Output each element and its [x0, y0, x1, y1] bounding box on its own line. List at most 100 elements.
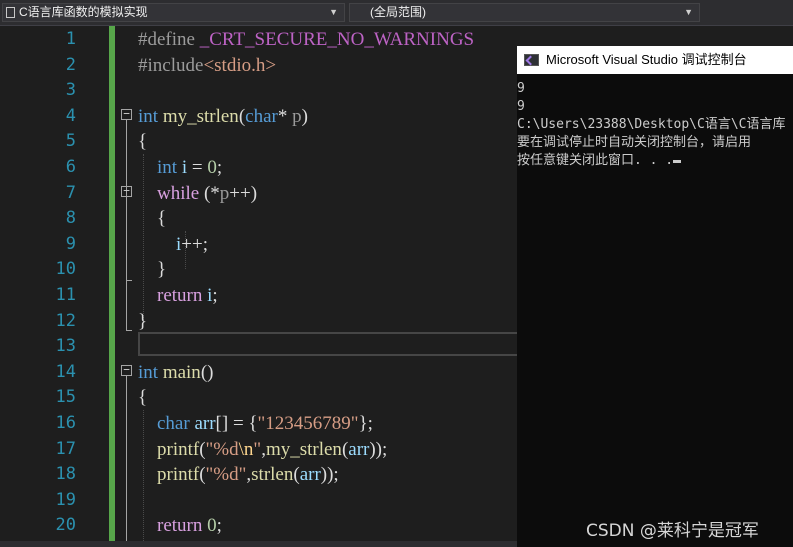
code-token: #include: [138, 54, 204, 76]
code-token: [] = {: [215, 413, 258, 434]
code-token: 0: [207, 515, 217, 537]
code-line[interactable]: #include<stdio.h>: [138, 53, 276, 79]
code-line[interactable]: int my_strlen(char* p): [138, 104, 308, 130]
navigation-bar: C语言库函数的模拟实现 ▼ (全局范围) ▼: [0, 0, 793, 26]
console-line: 9: [517, 99, 525, 114]
code-token: arr: [299, 464, 321, 486]
code-token: ++;: [181, 233, 208, 255]
console-line: 按任意键关闭此窗口. . .: [517, 152, 793, 170]
code-line[interactable]: int i = 0;: [138, 155, 222, 181]
code-token: ++): [229, 182, 258, 204]
line-number: 12: [55, 310, 76, 331]
line-number: 5: [65, 131, 76, 152]
code-token: char: [245, 105, 278, 127]
code-token: p: [292, 105, 302, 127]
line-number: 15: [55, 387, 76, 408]
code-token: 0: [207, 157, 217, 178]
outline-line: [126, 376, 127, 547]
code-token: "123456789": [257, 413, 359, 434]
code-line[interactable]: }: [138, 309, 147, 335]
code-token: printf: [157, 464, 200, 486]
code-token: }: [138, 259, 167, 281]
code-line[interactable]: {: [138, 206, 166, 232]
line-number: 16: [55, 413, 76, 433]
code-token: strlen: [251, 464, 294, 486]
line-number: 17: [55, 438, 76, 459]
line-number: 11: [55, 285, 76, 305]
status-strip: [0, 541, 517, 547]
code-token: my_strlen: [265, 438, 342, 460]
line-number: 4: [65, 105, 76, 126]
code-line[interactable]: #define _CRT_SECURE_NO_WARNINGS: [138, 27, 474, 53]
line-number: 13: [55, 336, 76, 357]
code-token: {: [138, 387, 148, 409]
console-title-bar[interactable]: Microsoft Visual Studio 调试控制台: [517, 46, 793, 74]
line-number: 3: [65, 80, 76, 101]
code-line[interactable]: {: [138, 129, 147, 155]
line-number: 18: [55, 464, 76, 485]
line-number: 9: [65, 233, 76, 254]
code-token: (): [200, 361, 214, 383]
member-scope-label: (全局范围): [370, 5, 426, 19]
code-token: {: [138, 131, 148, 153]
code-token: int: [138, 361, 159, 383]
collapse-icon[interactable]: −: [121, 185, 132, 197]
collapse-icon[interactable]: −: [121, 364, 132, 376]
code-token: return: [157, 285, 203, 306]
code-token: \n: [238, 438, 254, 460]
code-token: my_strlen: [162, 105, 239, 127]
file-icon: [6, 7, 15, 18]
file-scope-dropdown[interactable]: C语言库函数的模拟实现 ▼: [2, 3, 345, 22]
code-token: while: [157, 182, 200, 204]
debug-console-window[interactable]: Microsoft Visual Studio 调试控制台 9 9 C:\Users…: [517, 46, 793, 547]
code-token: arr: [348, 438, 370, 460]
line-number: 1: [65, 29, 76, 49]
code-token: main: [162, 361, 201, 383]
line-number: 6: [65, 157, 76, 177]
code-line[interactable]: }: [138, 257, 166, 283]
code-line[interactable]: return 0;: [138, 513, 222, 539]
code-token: arr: [194, 413, 216, 434]
outline-line: [126, 197, 127, 280]
code-token: *: [277, 105, 293, 127]
code-token: "%d: [205, 438, 239, 460]
code-line[interactable]: printf("%d\n",my_strlen(arr));: [138, 437, 387, 463]
code-line[interactable]: int main(): [138, 360, 213, 386]
code-token: return: [157, 515, 203, 537]
code-token: ));: [320, 464, 339, 486]
line-number: 7: [65, 182, 76, 203]
code-line[interactable]: printf("%d",strlen(arr));: [138, 462, 339, 488]
file-scope-label: C语言库函数的模拟实现: [19, 5, 148, 19]
code-token: ;: [216, 515, 222, 537]
code-line[interactable]: i++;: [138, 232, 208, 258]
code-token: int: [157, 157, 178, 178]
collapse-icon[interactable]: −: [121, 108, 132, 120]
code-token: <stdio.h>: [203, 54, 277, 76]
code-token: =: [187, 157, 208, 178]
code-line[interactable]: {: [138, 385, 147, 411]
code-token: _CRT_SECURE_NO_WARNINGS: [199, 29, 475, 50]
code-token: int: [138, 105, 159, 127]
text-cursor: [673, 160, 682, 163]
visual-studio-icon: [524, 54, 539, 66]
code-line[interactable]: char arr[] = {"123456789"};: [138, 411, 373, 437]
code-token: ): [301, 105, 308, 127]
member-scope-dropdown[interactable]: (全局范围) ▼: [349, 3, 700, 22]
line-number: 10: [55, 259, 76, 280]
watermark: CSDN @莱科宁是冠军: [586, 521, 759, 541]
code-token: {: [138, 208, 167, 230]
code-token: "%d": [205, 464, 247, 486]
console-line: C:\Users\23388\Desktop\C语言\C语言库: [517, 117, 786, 132]
code-line[interactable]: return i;: [138, 283, 218, 309]
console-line: 要在调试停止时自动关闭控制台，请启用: [517, 135, 752, 150]
line-number-gutter: 1 2 3 4 5 6 7 8 9 10 11 12 13 14 15 16 17 18 19 20: [0, 26, 108, 547]
current-line-highlight: [138, 332, 518, 356]
code-line[interactable]: while (*p++): [138, 181, 257, 207]
code-token: char: [157, 413, 190, 434]
